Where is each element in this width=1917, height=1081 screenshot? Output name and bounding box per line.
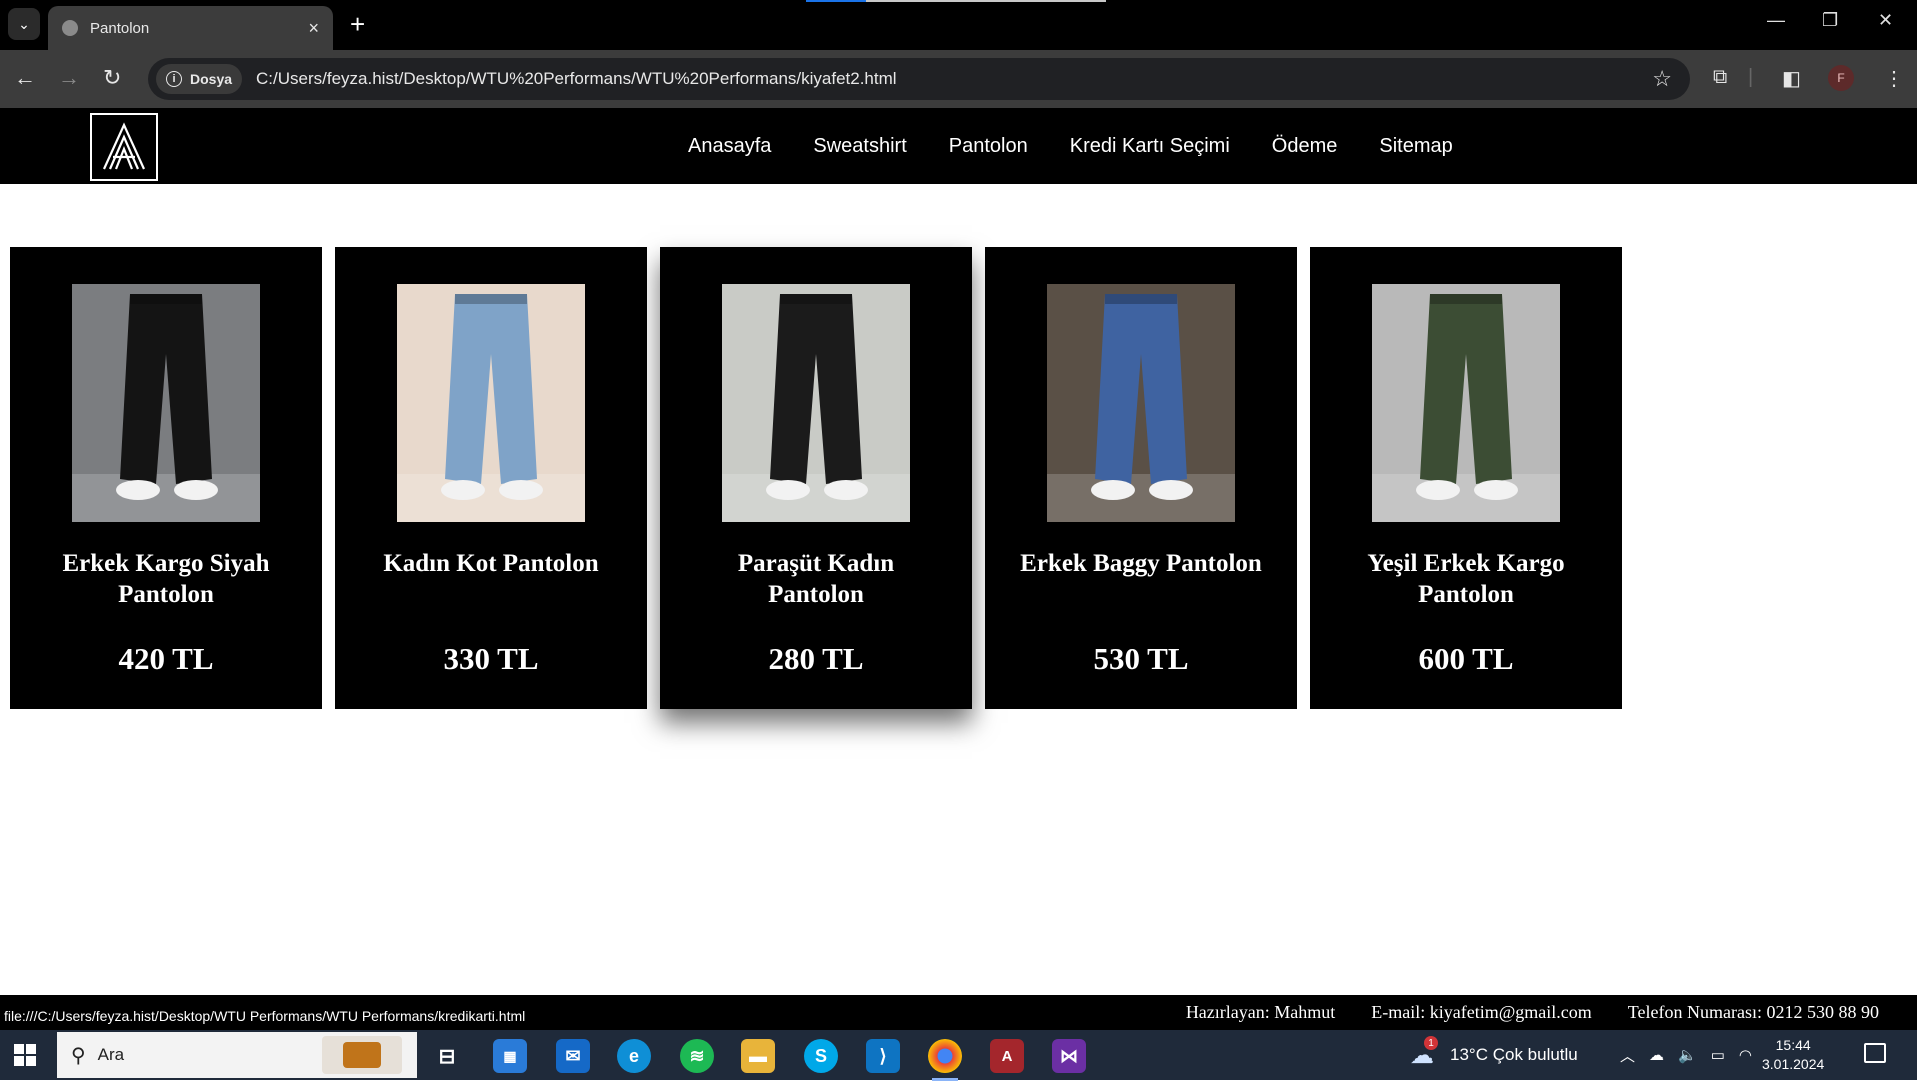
chevron-up-icon[interactable]: ︿ (1620, 1045, 1635, 1066)
notification-center-icon[interactable] (1864, 1043, 1886, 1063)
product-price: 330 TL (443, 641, 539, 676)
trouser-illustration (722, 284, 910, 522)
battery-icon[interactable]: ▭ (1711, 1046, 1725, 1064)
restore-icon[interactable]: ❐ (1822, 10, 1838, 31)
product-name: Paraşüt Kadın Pantolon (737, 550, 895, 608)
taskbar-search[interactable]: ⚲ Ara (57, 1032, 417, 1078)
spotify-icon[interactable]: ≋ (680, 1039, 714, 1073)
product-card[interactable]: Erkek Kargo Siyah Pantolon 420 TL (10, 247, 322, 709)
profile-avatar[interactable]: F (1828, 65, 1854, 91)
product-price: 280 TL (768, 641, 864, 676)
product-price: 600 TL (1418, 641, 1514, 676)
product-photo (397, 284, 585, 522)
nav-link-kredi-karti[interactable]: Kredi Kartı Seçimi (1070, 135, 1230, 158)
product-photo (1372, 284, 1560, 522)
kebab-menu-icon[interactable]: ⋮ (1884, 66, 1904, 91)
nav-link-odeme[interactable]: Ödeme (1272, 135, 1338, 158)
page-load-progress (806, 0, 1106, 2)
minimize-icon[interactable]: — (1767, 10, 1785, 31)
side-panel-icon[interactable]: ◧ (1782, 66, 1801, 91)
tab-title: Pantolon (90, 19, 150, 37)
product-name: Kadın Kot Pantolon (383, 550, 599, 577)
visual-studio-icon[interactable]: ⋈ (1052, 1039, 1086, 1073)
trouser-illustration (1047, 284, 1235, 522)
main-nav: Anasayfa Sweatshirt Pantolon Kredi Kartı… (688, 108, 1495, 184)
chevron-down-icon: ⌄ (18, 15, 30, 32)
reload-icon[interactable]: ↻ (103, 64, 121, 92)
taskbar-search-placeholder: Ara (97, 1045, 125, 1064)
product-photo (722, 284, 910, 522)
product-card[interactable]: Erkek Baggy Pantolon 530 TL (985, 247, 1297, 709)
file-explorer-icon[interactable]: ▬ (741, 1039, 775, 1073)
trouser-illustration (397, 284, 585, 522)
footer-contact: Hazırlayan: Mahmut E-mail: kiyafetim@gma… (1150, 995, 1879, 1030)
nav-link-pantolon[interactable]: Pantolon (949, 135, 1028, 158)
skype-icon[interactable]: S (804, 1039, 838, 1073)
tab-search-button[interactable]: ⌄ (8, 8, 40, 40)
system-tray: ︿ ☁ 🔈 ▭ ◠ (1620, 1030, 1752, 1080)
product-photo (72, 284, 260, 522)
logo-a-icon (102, 122, 146, 170)
speaker-icon[interactable]: 🔈 (1678, 1046, 1697, 1064)
close-window-icon[interactable]: ✕ (1878, 10, 1893, 31)
weather-badge: 1 (1424, 1036, 1438, 1050)
new-tab-button[interactable]: + (350, 10, 365, 38)
nav-link-anasayfa[interactable]: Anasayfa (688, 135, 771, 158)
product-grid: Erkek Kargo Siyah Pantolon 420 TL Kadın … (10, 247, 1635, 709)
product-card[interactable]: Yeşil Erkek Kargo Pantolon 600 TL (1310, 247, 1622, 709)
chrome-icon[interactable] (928, 1039, 962, 1081)
footer-email: E-mail: kiyafetim@gmail.com (1371, 1002, 1592, 1022)
bookmark-star-icon[interactable]: ☆ (1652, 66, 1672, 92)
link-status-url: file:///C:/Users/feyza.hist/Desktop/WTU … (0, 1005, 530, 1027)
product-name: Yeşil Erkek Kargo Pantolon (1367, 550, 1565, 608)
product-price: 530 TL (1093, 641, 1189, 676)
nav-link-sweatshirt[interactable]: Sweatshirt (813, 135, 906, 158)
footer-author: Hazırlayan: Mahmut (1185, 1002, 1336, 1022)
weather-widget[interactable]: ☁ 1 13°C Çok bulutlu (1410, 1030, 1578, 1080)
wifi-icon[interactable]: ◠ (1739, 1046, 1752, 1064)
taskbar-clock[interactable]: 15:44 3.01.2024 (1762, 1036, 1824, 1074)
site-chip-label: Dosya (190, 71, 233, 87)
toolbar-divider: | (1748, 66, 1754, 88)
onedrive-cloud-icon[interactable]: ☁ (1649, 1046, 1664, 1064)
info-icon: i (166, 71, 182, 87)
search-icon: ⚲ (71, 1044, 86, 1067)
address-bar[interactable]: i Dosya C:/Users/feyza.hist/Desktop/WTU%… (148, 58, 1690, 100)
edge-browser-icon[interactable]: e (617, 1039, 651, 1073)
clock-date: 3.01.2024 (1762, 1056, 1825, 1072)
trouser-illustration (72, 284, 260, 522)
browser-tabstrip: ⌄ Pantolon × + — ❐ ✕ (0, 0, 1917, 50)
site-info-chip[interactable]: i Dosya (156, 64, 243, 94)
product-card[interactable]: Paraşüt Kadın Pantolon 280 TL (660, 247, 972, 709)
access-icon[interactable]: A (990, 1039, 1024, 1073)
browser-tab[interactable]: Pantolon × (48, 6, 333, 50)
browser-toolbar: ← → ↻ i Dosya C:/Users/feyza.hist/Deskto… (0, 50, 1917, 108)
search-highlight-icon[interactable] (322, 1036, 402, 1074)
forward-arrow-icon[interactable]: → (58, 64, 80, 92)
task-view-icon[interactable]: ⊟ (430, 1039, 464, 1073)
clock-time: 15:44 (1775, 1037, 1811, 1053)
site-header: Anasayfa Sweatshirt Pantolon Kredi Kartı… (0, 108, 1917, 184)
back-arrow-icon[interactable]: ← (14, 64, 36, 92)
product-card[interactable]: Kadın Kot Pantolon 330 TL (335, 247, 647, 709)
url-text[interactable]: C:/Users/feyza.hist/Desktop/WTU%20Perfor… (256, 69, 1652, 89)
weather-text: 13°C Çok bulutlu (1450, 1045, 1578, 1064)
product-photo (1047, 284, 1235, 522)
footer-phone: Telefon Numarası: 0212 530 88 90 (1627, 1002, 1879, 1022)
tab-close-icon[interactable]: × (308, 18, 319, 39)
vscode-icon[interactable]: ⟩ (866, 1039, 900, 1073)
site-logo[interactable] (90, 113, 158, 181)
nav-link-sitemap[interactable]: Sitemap (1379, 135, 1452, 158)
product-name: Erkek Kargo Siyah Pantolon (62, 550, 270, 608)
windows-taskbar: ⚲ Ara ⊟ ▦ ✉ e ≋ ▬ S ⟩ A ⋈ ☁ 1 13°C Çok b… (0, 1030, 1917, 1081)
globe-icon (62, 20, 78, 36)
product-price: 420 TL (118, 641, 214, 676)
trouser-illustration (1372, 284, 1560, 522)
mail-icon[interactable]: ✉ (556, 1039, 590, 1073)
microsoft-store-icon[interactable]: ▦ (493, 1039, 527, 1073)
product-name: Erkek Baggy Pantolon (1020, 550, 1262, 577)
windows-start-icon[interactable] (14, 1044, 36, 1066)
extensions-puzzle-icon[interactable]: ⧉ (1713, 66, 1727, 89)
